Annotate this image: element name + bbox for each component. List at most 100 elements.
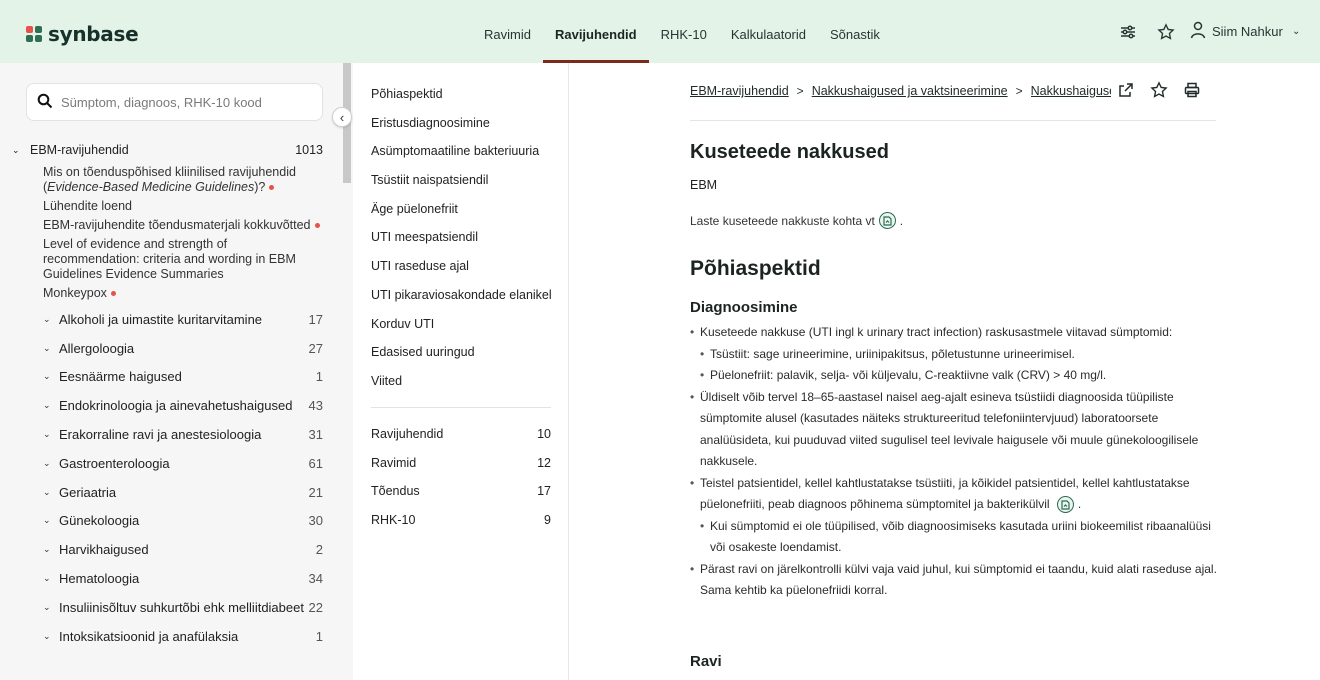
- category-item[interactable]: ⌄ Endokrinoloogia ja ainevahetushaigused 4…: [0, 391, 341, 420]
- chevron-down-icon: ⌄: [43, 515, 51, 526]
- header-tools: Siim Nahkur ⌄: [1102, 0, 1320, 63]
- category-item[interactable]: ⌄ Intoksikatsioonid ja anafülaksia 1: [0, 622, 341, 651]
- related-count: 17: [537, 484, 551, 499]
- category-label: Allergoloogia: [59, 340, 135, 356]
- category-label: Günekoloogia: [59, 513, 140, 529]
- section-heading: Põhiaspektid: [690, 257, 821, 280]
- note-period: .: [899, 213, 904, 228]
- toc-item[interactable]: Põhiaspektid: [371, 83, 561, 112]
- category-item[interactable]: ⌄ Gastroenteroloogia 61: [0, 449, 341, 478]
- category-count: 17: [308, 311, 323, 327]
- category-item[interactable]: ⌄ Erakorraline ravi ja anestesioloogia 31: [0, 420, 341, 449]
- category-item[interactable]: ⌄ Günekoloogia 30: [0, 507, 341, 536]
- sidebar-scrollbar[interactable]: [341, 63, 353, 680]
- toc-item[interactable]: Asümptomaatiline bakteriuuria: [371, 140, 561, 169]
- related-ravimid[interactable]: Ravimid 12: [371, 452, 551, 481]
- category-count: 22: [308, 599, 323, 615]
- category-label: Insuliinisõltuv suhkurtõbi ehk melliitdi…: [59, 599, 304, 615]
- link-text-em: Evidence-Based Medicine Guidelines: [47, 180, 255, 194]
- category-item[interactable]: ⌄ Eesnäärme haigused 1: [0, 363, 341, 392]
- breadcrumb-link[interactable]: Nakkushaigused: [1031, 84, 1111, 98]
- category-item[interactable]: ⌄ Hematoloogia 34: [0, 564, 341, 593]
- chevron-down-icon: ⌄: [12, 144, 20, 155]
- chevron-left-icon: ‹: [339, 109, 345, 125]
- tree-root-label: EBM-ravijuhendid: [30, 143, 129, 157]
- new-dot-icon: [269, 185, 275, 191]
- category-label: Intoksikatsioonid ja anafülaksia: [59, 628, 239, 644]
- toc-item[interactable]: Viited: [371, 370, 561, 399]
- category-label: Erakorraline ravi ja anestesioloogia: [59, 427, 262, 443]
- user-menu[interactable]: Siim Nahkur ⌄: [1190, 21, 1320, 42]
- category-item[interactable]: ⌄ Insuliinisõltuv suhkurtõbi ehk melliitd…: [0, 593, 341, 622]
- chevron-down-icon: ⌄: [43, 573, 51, 584]
- category-count: 61: [308, 455, 323, 471]
- related-label: Tõendus: [371, 484, 420, 499]
- toc-item[interactable]: UTI pikaraviosakondade elanikel: [371, 284, 561, 313]
- toc-item[interactable]: UTI raseduse ajal: [371, 255, 561, 284]
- category-count: 30: [308, 513, 323, 529]
- category-item[interactable]: ⌄ Harvikhaigused 2: [0, 535, 341, 564]
- category-label: Endokrinoloogia ja ainevahetushaigused: [59, 398, 293, 414]
- link-text: Monkeypox: [43, 286, 107, 300]
- print-icon[interactable]: [1184, 82, 1200, 98]
- toc-item[interactable]: Tsüstiit naispatsiendil: [371, 169, 561, 198]
- nav-sonastik[interactable]: Sõnastik: [818, 0, 892, 63]
- settings-sliders-icon[interactable]: [1116, 20, 1140, 44]
- chevron-down-icon: ⌄: [43, 630, 51, 641]
- search-input[interactable]: [61, 94, 291, 110]
- article-note: Laste kuseteede nakkuste kohta vt .: [690, 212, 1220, 229]
- nav-ravijuhendid[interactable]: Ravijuhendid: [542, 0, 649, 63]
- link-what-is-ebm[interactable]: Mis on tõenduspõhised kliinilised raviju…: [43, 165, 323, 195]
- link-monkeypox[interactable]: Monkeypox: [43, 286, 323, 301]
- related-count: 10: [537, 427, 551, 441]
- nav-kalkulaatorid[interactable]: Kalkulaatorid: [719, 0, 818, 63]
- tree-root-count: 1013: [295, 143, 323, 157]
- breadcrumb-link[interactable]: EBM-ravijuhendid: [690, 84, 789, 98]
- link-level-of-evidence[interactable]: Level of evidence and strength of recomm…: [43, 237, 323, 282]
- new-dot-icon: [110, 291, 116, 297]
- toc-list: Põhiaspektid Eristusdiagnoosimine Asümpt…: [371, 83, 561, 399]
- toc-divider: [371, 407, 551, 408]
- category-count: 1: [315, 628, 323, 644]
- chevron-right-icon: >: [1015, 84, 1023, 98]
- tree-root-ebm[interactable]: ⌄ EBM-ravijuhendid 1013: [0, 141, 341, 159]
- logo[interactable]: synbase: [26, 22, 139, 46]
- toc-item[interactable]: UTI meespatsiendil: [371, 226, 561, 255]
- toc-item[interactable]: Äge püelonefriit: [371, 198, 561, 227]
- link-text: EBM-ravijuhendite tõendusmaterjali kokku…: [43, 218, 311, 232]
- root-links: Mis on tõenduspõhised kliinilised raviju…: [0, 159, 341, 301]
- related-toendus[interactable]: Tõendus 17: [371, 480, 551, 509]
- chevron-down-icon: ⌄: [43, 544, 51, 555]
- related-ravijuhendid[interactable]: Ravijuhendid 10: [371, 423, 551, 452]
- category-item[interactable]: ⌄ Allergoloogia 27: [0, 334, 341, 363]
- category-count: 34: [308, 571, 323, 587]
- category-item[interactable]: ⌄ Geriaatria 21: [0, 478, 341, 507]
- nav-ravimid[interactable]: Ravimid: [472, 0, 543, 63]
- toc-item[interactable]: Korduv UTI: [371, 313, 561, 342]
- star-icon[interactable]: [1150, 81, 1168, 99]
- toc-item[interactable]: Edasised uuringud: [371, 341, 561, 370]
- external-link-icon[interactable]: [1118, 82, 1134, 98]
- document-link-icon[interactable]: [878, 212, 896, 229]
- chevron-down-icon: ⌄: [43, 371, 51, 382]
- document-link-icon[interactable]: [1056, 496, 1074, 514]
- collapse-sidebar-button[interactable]: ‹: [332, 107, 352, 127]
- star-icon[interactable]: [1154, 20, 1178, 44]
- list-text: Kuseteede nakkuse (UTI ingl k urinary tr…: [700, 325, 1173, 339]
- next-section-heading: Ravi: [690, 653, 722, 670]
- chevron-down-icon: ⌄: [1292, 26, 1301, 37]
- breadcrumb-link[interactable]: Nakkushaigused ja vaktsineerimine: [812, 84, 1008, 98]
- top-navbar: synbase Ravimid Ravijuhendid RHK-10 Kalk…: [0, 0, 1320, 63]
- category-item[interactable]: ⌄ Alkoholi ja uimastite kuritarvitamine 17: [0, 305, 341, 334]
- category-count: 1: [315, 369, 323, 385]
- link-abbreviations[interactable]: Lühendite loend: [43, 199, 323, 214]
- link-evidence-summaries[interactable]: EBM-ravijuhendite tõendusmaterjali kokku…: [43, 218, 323, 233]
- toc-item[interactable]: Eristusdiagnoosimine: [371, 112, 561, 141]
- category-label: Alkoholi ja uimastite kuritarvitamine: [59, 311, 263, 327]
- related-rhk10[interactable]: RHK-10 9: [371, 509, 551, 538]
- article-title: Kuseteede nakkused: [690, 141, 889, 163]
- related-label: RHK-10: [371, 513, 416, 528]
- chevron-down-icon: ⌄: [43, 313, 51, 324]
- nav-rhk10[interactable]: RHK-10: [649, 0, 719, 63]
- related-counts: Ravijuhendid 10 Ravimid 12 Tõendus 17 RHK-1…: [371, 423, 551, 538]
